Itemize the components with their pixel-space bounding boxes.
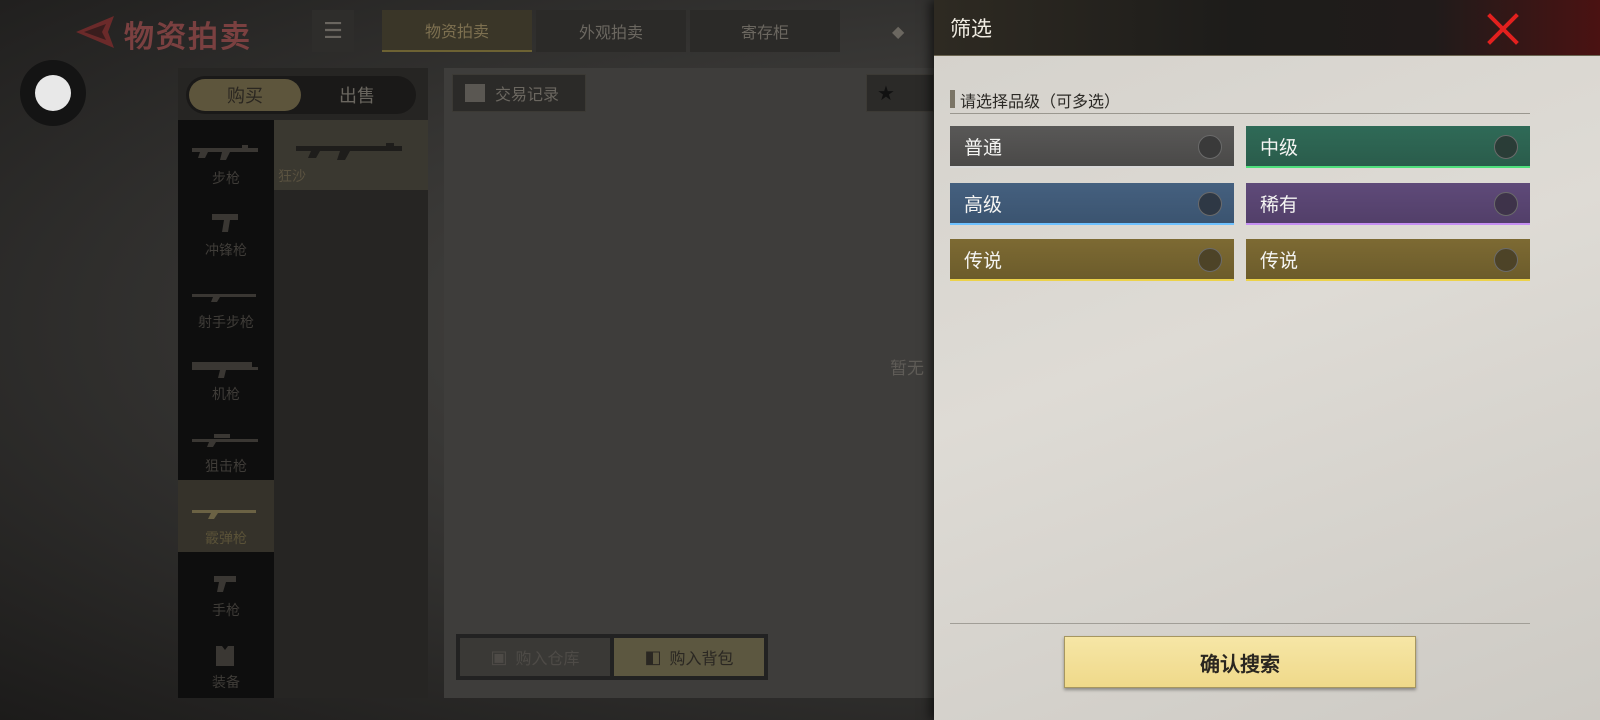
favorite-button[interactable]: ★ (866, 74, 934, 112)
category-smg[interactable]: 冲锋枪 (178, 192, 274, 264)
category-panel: 购买 出售 步枪 冲锋枪 射手步枪 机枪 狙击枪 霰弹枪 手枪 装备 狂沙 (178, 68, 428, 698)
grade-label: 中级 (1260, 136, 1299, 159)
grade-label: 传说 (964, 249, 1003, 272)
joystick[interactable] (20, 60, 86, 126)
marksman-rifle-icon (192, 294, 256, 302)
trade-record-button[interactable]: 交易记录 (452, 74, 586, 112)
category-marksman-rifle[interactable]: 射手步枪 (178, 264, 274, 336)
record-icon (465, 84, 485, 102)
category-label: 装备 (212, 675, 240, 691)
category-label: 射手步枪 (198, 315, 254, 331)
category-shotgun[interactable]: 霰弹枪 (178, 480, 274, 552)
menu-icon[interactable]: ☰ (312, 10, 354, 52)
grade-radio[interactable] (1198, 135, 1222, 159)
item-gun-image (296, 143, 402, 160)
filter-title: 筛选 (950, 17, 992, 41)
rifle-icon (192, 145, 258, 160)
backpack-icon: ◧ (644, 646, 662, 668)
grade-label: 高级 (964, 193, 1003, 216)
item-card[interactable]: 狂沙 (274, 120, 428, 190)
sell-label: 出售 (339, 86, 375, 107)
grade-radio[interactable] (1494, 248, 1518, 272)
category-machine-gun[interactable]: 机枪 (178, 336, 274, 408)
listing-panel: 交易记录 ★ 暂无 ▣ 购入仓库 ◧ 购入背包 (444, 68, 934, 698)
category-rifle[interactable]: 步枪 (178, 120, 274, 192)
tab-material-auction[interactable]: 物资拍卖 (382, 10, 532, 52)
tab-appearance-auction[interactable]: 外观拍卖 (536, 10, 686, 52)
grade-radio[interactable] (1494, 135, 1518, 159)
category-label: 机枪 (212, 387, 240, 403)
grade-section-label: 请选择品级（可多选） (950, 88, 1530, 114)
footer-divider (950, 623, 1530, 624)
buy-toggle-button[interactable]: 购买 (189, 79, 301, 111)
grade-option-common[interactable]: 普通 (950, 126, 1234, 168)
back-arrow-icon[interactable] (72, 14, 120, 50)
category-label: 手枪 (212, 603, 240, 619)
confirm-search-button[interactable]: 确认搜索 (1064, 636, 1416, 688)
buy-sell-toggle: 购买 出售 (186, 76, 416, 114)
tab-label: 外观拍卖 (578, 23, 643, 42)
grade-option-legendary-2[interactable]: 传说 (1246, 239, 1530, 281)
category-label: 步枪 (212, 171, 240, 187)
category-equipment[interactable]: 装备 (178, 624, 274, 696)
shotgun-icon (192, 510, 256, 519)
category-label: 冲锋枪 (205, 243, 247, 259)
vest-icon (216, 646, 234, 666)
category-list: 步枪 冲锋枪 射手步枪 机枪 狙击枪 霰弹枪 手枪 装备 (178, 120, 274, 698)
grade-label: 普通 (964, 136, 1003, 159)
grade-option-mid[interactable]: 中级 (1246, 126, 1530, 168)
grade-radio[interactable] (1494, 192, 1518, 216)
tab-label: 物资拍卖 (424, 22, 489, 41)
machine-gun-icon (192, 362, 258, 378)
empty-state-text: 暂无 (890, 359, 924, 379)
warehouse-icon: ▣ (490, 646, 508, 668)
grade-radio[interactable] (1198, 192, 1222, 216)
page-title: 物资拍卖 (124, 20, 252, 55)
buy-label: 购买 (227, 86, 263, 107)
category-label: 霰弹枪 (205, 531, 247, 547)
pistol-icon (214, 576, 236, 592)
buy-to-backpack-button[interactable]: ◧ 购入背包 (614, 638, 764, 676)
filter-header: 筛选 (934, 0, 1600, 56)
grade-label: 传说 (1260, 249, 1299, 272)
buy-to-warehouse-label: 购入仓库 (515, 649, 580, 668)
currency-icon: ◆ (892, 22, 905, 41)
sniper-icon (192, 434, 258, 447)
star-icon: ★ (877, 81, 895, 105)
grade-option-high[interactable]: 高级 (950, 183, 1234, 225)
grade-option-legendary[interactable]: 传说 (950, 239, 1234, 281)
grade-radio[interactable] (1198, 248, 1222, 272)
item-name: 狂沙 (278, 169, 306, 185)
filter-panel: 筛选 请选择品级（可多选） 普通 中级 高级 稀有 传说 传说 确认搜索 (934, 0, 1600, 720)
category-sniper[interactable]: 狙击枪 (178, 408, 274, 480)
purchase-destination-bar: ▣ 购入仓库 ◧ 购入背包 (456, 634, 768, 680)
joystick-knob[interactable] (35, 75, 71, 111)
tab-label: 寄存柜 (740, 23, 789, 42)
close-icon[interactable] (1484, 10, 1522, 48)
category-label: 狙击枪 (205, 459, 247, 475)
sell-toggle-button[interactable]: 出售 (301, 79, 413, 111)
grade-label: 稀有 (1260, 193, 1299, 216)
tab-storage-locker[interactable]: 寄存柜 (690, 10, 840, 52)
category-pistol[interactable]: 手枪 (178, 552, 274, 624)
buy-to-warehouse-button[interactable]: ▣ 购入仓库 (460, 638, 610, 676)
buy-to-backpack-label: 购入背包 (669, 649, 734, 668)
grade-option-rare[interactable]: 稀有 (1246, 183, 1530, 225)
trade-record-label: 交易记录 (495, 85, 560, 104)
smg-icon (212, 214, 238, 232)
